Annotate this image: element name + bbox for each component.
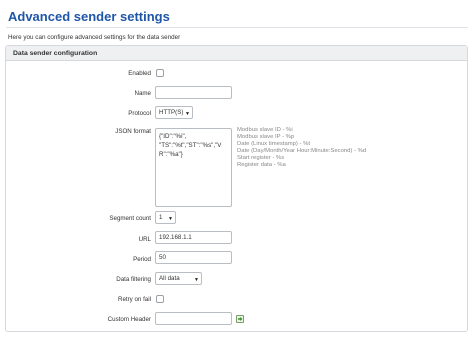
enabled-checkbox[interactable]: [156, 69, 164, 77]
segment-count-select[interactable]: 1 ▼: [155, 211, 176, 224]
json-hint: Start register - %s: [237, 155, 285, 161]
chevron-down-icon: ▼: [185, 111, 190, 117]
json-hint: Date (Day/Month/Year Hour:Minute:Second)…: [237, 148, 367, 154]
url-input[interactable]: 192.168.1.1: [155, 231, 232, 244]
data-filtering-value: All data: [159, 275, 180, 282]
data-filtering-select[interactable]: All data ▼: [155, 272, 202, 285]
retry-on-fail-checkbox[interactable]: [156, 295, 164, 303]
json-format-label: JSON format: [115, 128, 151, 135]
json-hint: Modbus slave IP - %p: [237, 134, 295, 140]
custom-header-input[interactable]: [155, 312, 232, 325]
page-title: Advanced sender settings: [8, 9, 170, 24]
segment-count-label: Segment count: [109, 215, 151, 222]
name-label: Name: [134, 90, 151, 97]
custom-header-label: Custom Header: [107, 316, 151, 323]
add-icon: [238, 317, 243, 321]
json-format-textarea[interactable]: {"ID":"%i", "TS":"%t","ST":"%s","VR":"%a…: [155, 128, 232, 207]
name-input[interactable]: [155, 86, 232, 99]
period-label: Period: [133, 256, 151, 263]
page-description: Here you can configure advanced settings…: [8, 34, 181, 41]
panel-header: Data sender configuration: [6, 46, 467, 61]
protocol-select[interactable]: HTTP(S) ▼: [155, 106, 193, 119]
json-hint: Modbus slave ID - %i: [237, 127, 293, 133]
data-sender-config-panel: Data sender configuration: [5, 45, 468, 332]
chevron-down-icon: ▼: [168, 216, 173, 222]
protocol-value: HTTP(S): [159, 109, 184, 116]
add-header-button[interactable]: [236, 315, 244, 323]
segment-count-value: 1: [159, 214, 163, 221]
panel-title: Data sender configuration: [13, 50, 98, 57]
period-input[interactable]: 50: [155, 251, 232, 264]
data-filtering-label: Data filtering: [116, 276, 151, 283]
json-hint: Date (Linux timestamp) - %t: [237, 141, 311, 147]
retry-on-fail-label: Retry on fail: [117, 296, 151, 303]
enabled-label: Enabled: [128, 70, 151, 77]
url-label: URL: [138, 236, 151, 243]
protocol-label: Protocol: [128, 110, 151, 117]
chevron-down-icon: ▼: [194, 277, 199, 283]
json-hint: Register data - %a: [237, 162, 286, 168]
title-divider: [6, 27, 468, 28]
